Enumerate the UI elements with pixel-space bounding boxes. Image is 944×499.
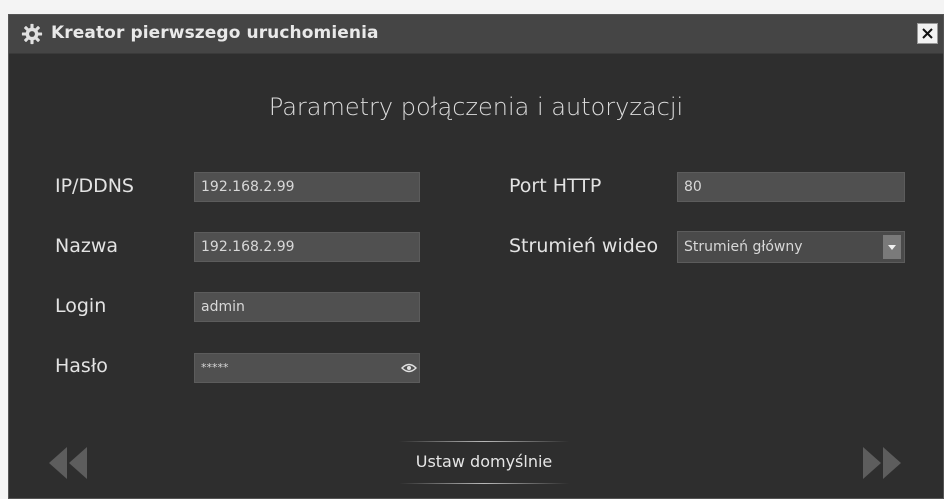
stream-select-value: Strumień główny bbox=[684, 239, 803, 255]
page-title: Parametry połączenia i autoryzacji bbox=[268, 93, 684, 121]
stream-select[interactable]: Strumień główny bbox=[677, 231, 905, 263]
password-value: ***** bbox=[201, 361, 229, 374]
chevron-down-icon bbox=[888, 244, 896, 250]
eye-icon[interactable] bbox=[401, 362, 417, 374]
divider bbox=[399, 441, 569, 442]
ip-label: IP/DDNS bbox=[55, 175, 134, 197]
ip-ddns-input[interactable]: 192.168.2.99 bbox=[194, 172, 420, 202]
window-title: Kreator pierwszego uruchomienia bbox=[51, 23, 379, 43]
double-chevron-left-icon[interactable] bbox=[47, 445, 89, 481]
title-bar: Kreator pierwszego uruchomienia bbox=[9, 15, 943, 54]
set-default-label: Ustaw domyślnie bbox=[415, 452, 553, 471]
divider bbox=[399, 483, 569, 484]
login-label: Login bbox=[55, 295, 107, 317]
close-button[interactable] bbox=[917, 23, 938, 44]
port-http-input[interactable]: 80 bbox=[677, 172, 905, 202]
password-label: Hasło bbox=[55, 355, 108, 377]
password-input[interactable]: ***** bbox=[194, 353, 420, 383]
name-input[interactable]: 192.168.2.99 bbox=[194, 232, 420, 262]
select-arrow-button[interactable] bbox=[883, 235, 901, 259]
double-chevron-right-icon[interactable] bbox=[861, 445, 903, 481]
login-input[interactable]: admin bbox=[194, 292, 420, 322]
wizard-window: Kreator pierwszego uruchomienia Parametr… bbox=[8, 14, 944, 499]
stream-label: Strumień wideo bbox=[509, 235, 659, 257]
port-label: Port HTTP bbox=[509, 175, 602, 197]
close-icon bbox=[922, 28, 933, 39]
gear-icon bbox=[21, 23, 43, 45]
set-default-button[interactable]: Ustaw domyślnie bbox=[399, 441, 569, 485]
name-label: Nazwa bbox=[55, 235, 119, 257]
